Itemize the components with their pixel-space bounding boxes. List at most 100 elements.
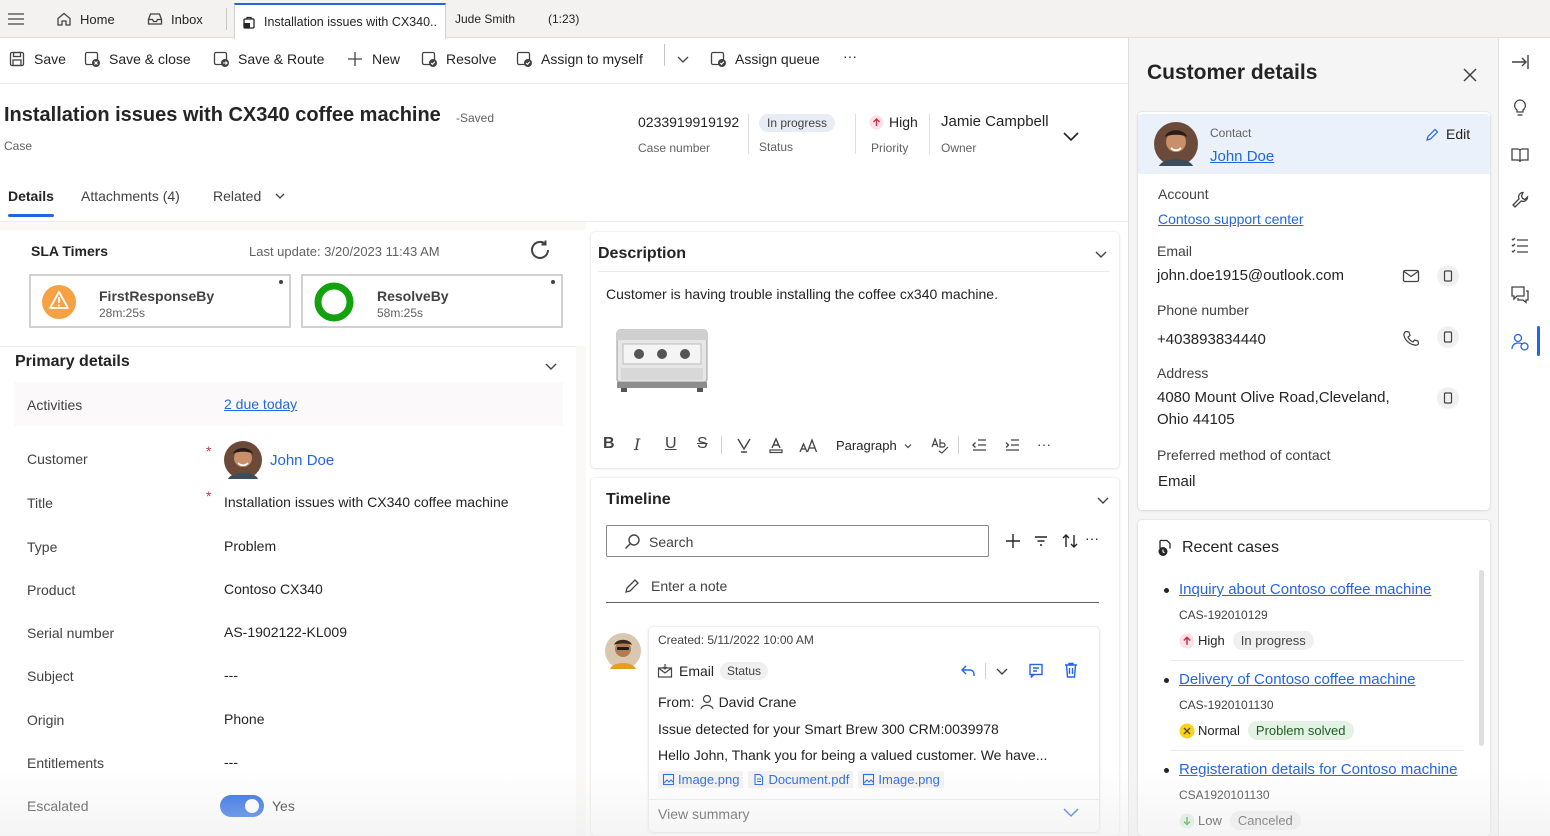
- session-timer-label: (1:23): [548, 12, 580, 26]
- strikethrough-button[interactable]: S: [697, 435, 708, 453]
- type-label: Type: [27, 539, 58, 555]
- priority-high-icon: [1179, 633, 1195, 648]
- lightbulb-icon[interactable]: [1510, 98, 1530, 118]
- resolve-label: Resolve: [446, 51, 497, 67]
- address-label: Address: [1157, 365, 1209, 381]
- entitlements-field[interactable]: ---: [224, 754, 238, 770]
- from-label: From:: [658, 694, 695, 710]
- expand-chevron-icon[interactable]: [1062, 805, 1080, 821]
- customer-lookup[interactable]: John Doe: [224, 441, 334, 479]
- sort-icon[interactable]: [1060, 531, 1080, 551]
- hamburger-menu-icon[interactable]: [6, 9, 26, 29]
- copy-icon[interactable]: [1437, 326, 1459, 348]
- customer-details-title: Customer details: [1147, 61, 1318, 84]
- new-button[interactable]: New: [346, 50, 400, 68]
- session-user[interactable]: Jude Smith: [455, 0, 515, 38]
- open-record-icon[interactable]: [1027, 662, 1045, 680]
- progress-ring-icon: [314, 282, 354, 322]
- activity-type: Email Status: [657, 662, 769, 680]
- delete-icon[interactable]: [1062, 661, 1080, 679]
- assign-myself-button[interactable]: Assign to myself: [515, 50, 643, 68]
- timeline-search-input[interactable]: Search: [606, 525, 989, 557]
- tab-inbox[interactable]: Inbox: [146, 0, 203, 38]
- more-commands-button[interactable]: ···: [843, 48, 857, 64]
- wrench-icon[interactable]: [1510, 190, 1530, 210]
- resolve-button[interactable]: Resolve: [420, 50, 497, 68]
- timeline-more-button[interactable]: ···: [1085, 530, 1099, 546]
- knowledge-book-icon[interactable]: [1510, 145, 1530, 165]
- attachment-chip[interactable]: Image.png: [858, 771, 944, 788]
- spellcheck-icon[interactable]: [930, 436, 950, 454]
- save-route-button[interactable]: Save & Route: [212, 50, 324, 68]
- type-field[interactable]: Problem: [224, 538, 276, 554]
- collapse-chevron-icon[interactable]: [1096, 493, 1110, 507]
- refresh-icon[interactable]: [528, 239, 552, 261]
- filter-icon[interactable]: [1032, 532, 1050, 550]
- send-email-icon[interactable]: [1402, 267, 1420, 285]
- highlight-icon[interactable]: [735, 436, 753, 454]
- sla-timer-resolve[interactable]: ResolveBy 58m:25s: [301, 274, 563, 328]
- escalated-toggle[interactable]: [220, 795, 264, 817]
- collapse-pane-icon[interactable]: [1510, 52, 1530, 72]
- subject-field[interactable]: ---: [224, 667, 238, 683]
- tab-case[interactable]: Installation issues with CX340..: [234, 3, 446, 39]
- collapse-chevron-icon[interactable]: [1094, 247, 1108, 261]
- tab-case-label: Installation issues with CX340..: [264, 15, 438, 29]
- activities-link[interactable]: 2 due today: [224, 396, 297, 412]
- increase-indent-icon[interactable]: [1003, 436, 1021, 454]
- note-input[interactable]: Enter a note: [623, 577, 727, 595]
- description-text[interactable]: Customer is having trouble installing th…: [606, 286, 998, 302]
- origin-field[interactable]: Phone: [224, 711, 264, 727]
- account-label: Account: [1158, 186, 1209, 202]
- product-field[interactable]: Contoso CX340: [224, 581, 323, 597]
- timeline-activity-email[interactable]: Created: 5/11/2022 10:00 AM Email Status…: [649, 627, 1099, 832]
- tab-attachments[interactable]: Attachments (4): [81, 188, 180, 204]
- owner-link[interactable]: Jamie Campbell: [941, 113, 1049, 130]
- account-link[interactable]: Contoso support center: [1158, 211, 1304, 227]
- underline-button[interactable]: U: [665, 435, 677, 453]
- serial-number-field[interactable]: AS-1902122-KL009: [224, 624, 347, 640]
- title-field[interactable]: Installation issues with CX340 coffee ma…: [224, 494, 509, 510]
- paragraph-dropdown[interactable]: Paragraph: [836, 438, 913, 453]
- copy-icon[interactable]: [1437, 265, 1459, 287]
- recent-case-title[interactable]: Inquiry about Contoso coffee machine: [1179, 581, 1431, 598]
- recent-case-title[interactable]: Delivery of Contoso coffee machine: [1179, 671, 1416, 688]
- close-icon[interactable]: [1461, 66, 1479, 84]
- assign-dropdown-button[interactable]: [674, 50, 692, 68]
- tab-related-label: Related: [213, 188, 262, 204]
- chat-icon[interactable]: [1510, 284, 1530, 304]
- customer-details-icon[interactable]: [1510, 332, 1530, 352]
- add-timeline-item-icon[interactable]: [1004, 532, 1022, 550]
- plus-icon: [348, 52, 362, 66]
- italic-button[interactable]: I: [634, 435, 640, 454]
- save-close-button[interactable]: Save & close: [83, 50, 191, 68]
- attachment-chip[interactable]: Image.png: [658, 771, 744, 788]
- save-button[interactable]: Save: [8, 50, 66, 68]
- bold-button[interactable]: B: [603, 435, 615, 453]
- attachment-chip[interactable]: Document.pdf: [748, 771, 854, 788]
- assign-queue-button[interactable]: Assign queue: [709, 50, 820, 68]
- rte-more-button[interactable]: ···: [1037, 436, 1051, 452]
- font-size-icon[interactable]: [798, 437, 818, 455]
- font-color-icon[interactable]: [767, 436, 785, 454]
- scrollbar[interactable]: [1479, 570, 1484, 746]
- collapse-chevron-icon[interactable]: [543, 358, 559, 374]
- decrease-indent-icon[interactable]: [970, 436, 988, 454]
- from-name[interactable]: David Crane: [719, 694, 797, 710]
- tab-details[interactable]: Details: [8, 188, 54, 204]
- edit-contact-button[interactable]: Edit: [1425, 126, 1470, 142]
- reply-icon[interactable]: [959, 662, 977, 680]
- chevron-down-icon[interactable]: [994, 663, 1010, 679]
- view-summary-button[interactable]: View summary: [658, 806, 750, 822]
- call-icon[interactable]: [1402, 329, 1420, 347]
- header-expand-chevron-icon[interactable]: [1061, 126, 1081, 146]
- contact-name-link[interactable]: John Doe: [1210, 148, 1274, 165]
- sla-timer-first-response[interactable]: FirstResponseBy 28m:25s: [29, 274, 291, 328]
- session-timer: (1:23): [548, 0, 579, 38]
- sla-timer-name: FirstResponseBy: [99, 288, 215, 304]
- recent-case-title[interactable]: Registeration details for Contoso machin…: [1179, 761, 1457, 778]
- tab-home[interactable]: Home: [55, 0, 115, 38]
- copy-icon[interactable]: [1437, 387, 1459, 409]
- tab-related[interactable]: Related: [213, 188, 287, 204]
- task-list-icon[interactable]: [1510, 236, 1530, 256]
